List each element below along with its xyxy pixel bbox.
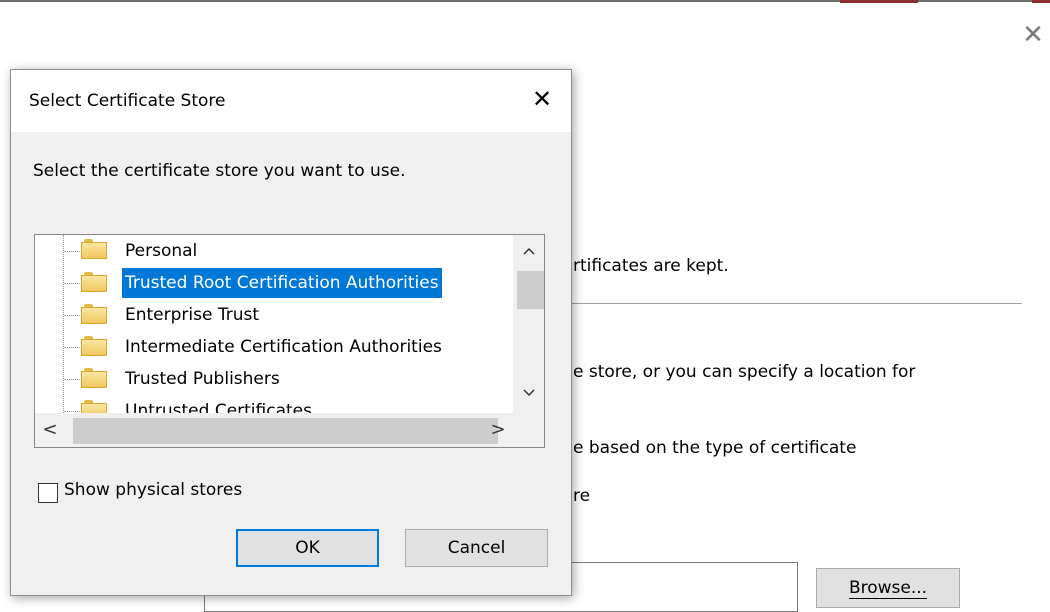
tree-item-untrusted[interactable]: Untrusted Certificates	[35, 395, 513, 413]
tree-item-trusted-publishers[interactable]: Trusted Publishers	[35, 363, 513, 395]
background-close-icon[interactable]: ✕	[1020, 22, 1046, 48]
horizontal-scrollbar[interactable]: < >	[35, 413, 513, 447]
background-separator	[572, 303, 1022, 304]
dialog-title: Select Certificate Store	[29, 91, 226, 111]
tree-connector	[64, 411, 80, 412]
cancel-button[interactable]: Cancel	[405, 529, 548, 567]
tree-item-personal[interactable]: Personal	[35, 235, 513, 267]
horizontal-scroll-thumb[interactable]	[73, 418, 498, 444]
folder-icon	[81, 239, 107, 259]
dialog-instruction: Select the certificate store you want to…	[33, 161, 406, 181]
folder-icon	[81, 336, 107, 356]
scrollbar-corner	[513, 413, 544, 447]
tree-item-label: Enterprise Trust	[125, 305, 260, 325]
tree-connector	[64, 251, 80, 252]
certificate-store-tree[interactable]: Personal Trusted Root Certification Auth…	[34, 234, 545, 448]
tree-item-label: Untrusted Certificates	[125, 401, 312, 413]
vertical-scrollbar[interactable]	[513, 235, 544, 413]
browse-button[interactable]: Browse...	[816, 568, 960, 608]
close-icon[interactable]: ✕	[525, 82, 559, 116]
scroll-down-icon[interactable]	[513, 379, 544, 409]
dialog-titlebar: Select Certificate Store ✕	[11, 70, 571, 132]
background-text-line-3: e based on the type of certificate	[573, 438, 857, 458]
tree-item-label: Trusted Publishers	[125, 369, 280, 389]
tree-item-label: Personal	[125, 241, 198, 261]
tree-items-viewport: Personal Trusted Root Certification Auth…	[35, 235, 513, 413]
background-text-line-4: re	[573, 486, 591, 506]
tree-item-intermediate[interactable]: Intermediate Certification Authorities	[35, 331, 513, 363]
select-certificate-store-dialog: Select Certificate Store ✕ Select the ce…	[10, 69, 572, 596]
scroll-up-icon[interactable]	[513, 237, 544, 267]
tree-connector	[64, 347, 80, 348]
scroll-right-icon[interactable]: >	[483, 413, 513, 447]
tree-item-trusted-root[interactable]: Trusted Root Certification Authorities	[35, 267, 513, 299]
folder-icon	[81, 304, 107, 324]
folder-icon	[81, 272, 107, 292]
show-physical-stores-checkbox[interactable]	[38, 483, 58, 503]
show-physical-stores-label[interactable]: Show physical stores	[64, 480, 242, 500]
tree-connector	[64, 315, 80, 316]
folder-icon	[81, 368, 107, 388]
background-text-line-1: rtificates are kept.	[573, 256, 729, 276]
tree-item-label: Trusted Root Certification Authorities	[122, 268, 442, 298]
tree-connector	[64, 379, 80, 380]
scroll-left-icon[interactable]: <	[35, 413, 65, 447]
tree-item-enterprise-trust[interactable]: Enterprise Trust	[35, 299, 513, 331]
browse-button-label: Browse...	[848, 578, 928, 599]
background-window-accent	[840, 0, 918, 3]
tree-item-label: Intermediate Certification Authorities	[125, 337, 442, 357]
folder-icon	[81, 400, 107, 413]
background-window-accent-right	[1032, 0, 1050, 3]
background-text-line-2: e store, or you can specify a location f…	[573, 362, 916, 382]
vertical-scroll-thumb[interactable]	[517, 271, 544, 309]
tree-connector	[64, 283, 80, 284]
ok-button[interactable]: OK	[236, 529, 379, 567]
